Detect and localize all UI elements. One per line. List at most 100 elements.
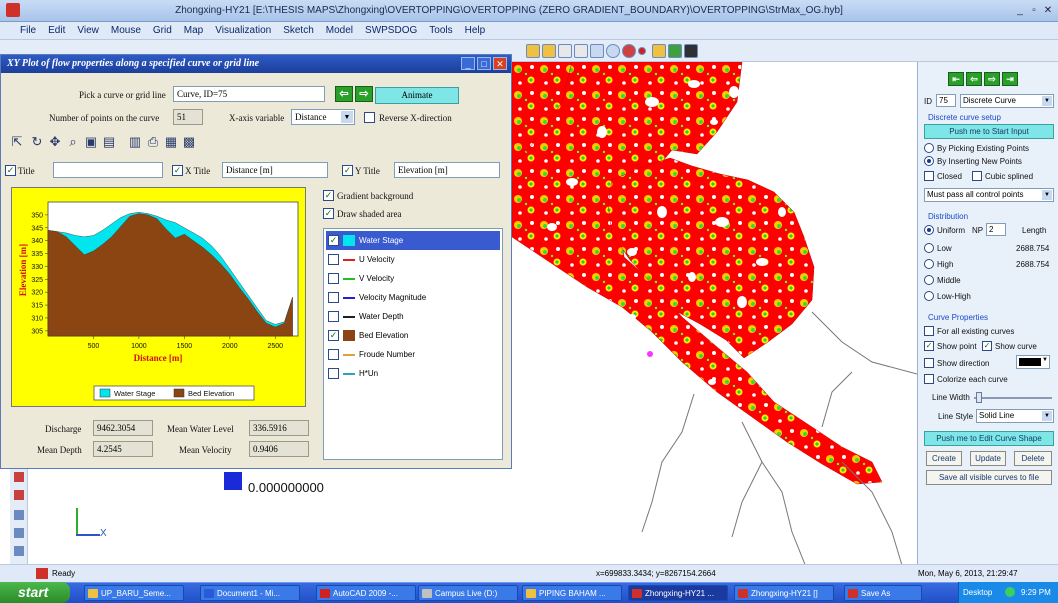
target-icon[interactable]: [606, 44, 620, 58]
edit-shape-button[interactable]: Push me to Edit Curve Shape: [924, 431, 1054, 446]
menu-grid[interactable]: Grid: [147, 22, 178, 39]
task-campus-live[interactable]: Campus Live (D:): [418, 585, 518, 601]
low-radio[interactable]: [924, 243, 934, 253]
series-item-froude-number[interactable]: Froude Number: [326, 345, 500, 364]
menu-mouse[interactable]: Mouse: [105, 22, 147, 39]
tool-icon-2[interactable]: [14, 490, 24, 500]
tool-icon-5[interactable]: [14, 546, 24, 556]
series-item-v-velocity[interactable]: V Velocity: [326, 269, 500, 288]
task-document1[interactable]: Document1 - Mi...: [200, 585, 300, 601]
show-curve-checkbox[interactable]: ✓: [982, 341, 992, 351]
series-checkbox[interactable]: ✓: [328, 330, 339, 341]
folder-icon[interactable]: [652, 44, 666, 58]
save-tool-icon[interactable]: ▩: [181, 134, 197, 150]
cubic-checkbox[interactable]: [972, 171, 982, 181]
middle-radio[interactable]: [924, 275, 934, 285]
save-all-curves-button[interactable]: Save all visible curves to file: [926, 470, 1052, 485]
task-save-as[interactable]: Save As: [844, 585, 922, 601]
line-width-slider-track[interactable]: [974, 397, 1052, 399]
lowhigh-radio[interactable]: [924, 291, 934, 301]
reverse-x-checkbox[interactable]: [364, 112, 375, 123]
create-button[interactable]: Create: [926, 451, 962, 466]
start-button[interactable]: start: [0, 582, 70, 603]
shaded-checkbox[interactable]: ✓: [323, 208, 334, 219]
grid-icon[interactable]: [590, 44, 604, 58]
gradient-checkbox[interactable]: ✓: [323, 190, 334, 201]
xy-chart[interactable]: 305 310 315 320 325 330 335 340 345 350 500 1000 150…: [11, 187, 306, 407]
uniform-radio[interactable]: [924, 225, 934, 235]
delete-button[interactable]: Delete: [1014, 451, 1052, 466]
series-checkbox[interactable]: [328, 273, 339, 284]
flood-map-view[interactable]: [512, 62, 917, 582]
next-button[interactable]: ⇨: [984, 72, 1000, 86]
series-checkbox[interactable]: [328, 254, 339, 265]
title-checkbox[interactable]: ✓: [5, 165, 16, 176]
menu-sketch[interactable]: Sketch: [277, 22, 320, 39]
ytitle-input[interactable]: Elevation [m]: [394, 162, 500, 178]
pan-icon[interactable]: [526, 44, 540, 58]
id-input[interactable]: 75: [936, 94, 956, 107]
chevron-down-icon[interactable]: ▼: [1042, 96, 1052, 106]
menu-swpsdog[interactable]: SWPSDOG: [359, 22, 423, 39]
tool-icon-3[interactable]: [14, 510, 24, 520]
colorize-checkbox[interactable]: [924, 374, 934, 384]
export-tool-icon[interactable]: ▦: [163, 134, 179, 150]
menu-visualization[interactable]: Visualization: [209, 22, 277, 39]
text-icon[interactable]: [558, 44, 572, 58]
line-width-slider-thumb[interactable]: [976, 392, 982, 403]
task-zhongxing-1[interactable]: Zhongxing-HY21 ...: [628, 585, 728, 601]
move-tool-icon[interactable]: ✥: [47, 134, 63, 150]
update-button[interactable]: Update: [970, 451, 1006, 466]
series-checkbox[interactable]: [328, 311, 339, 322]
pointer-icon[interactable]: [574, 44, 588, 58]
curve-type-select[interactable]: Discrete Curve ▼: [960, 94, 1054, 108]
title-input[interactable]: [53, 162, 163, 178]
close-button[interactable]: ✕: [1040, 4, 1056, 17]
series-checkbox[interactable]: [328, 368, 339, 379]
record-icon[interactable]: [622, 44, 636, 58]
menu-view[interactable]: View: [71, 22, 105, 39]
animate-button[interactable]: Animate: [375, 87, 459, 104]
rotate-tool-icon[interactable]: ↻: [29, 134, 45, 150]
chevron-down-icon[interactable]: ▼: [1042, 190, 1052, 200]
copy-data-tool-icon[interactable]: ▤: [101, 134, 117, 150]
pass-mode-select[interactable]: Must pass all control points ▼: [924, 188, 1054, 202]
series-checkbox[interactable]: [328, 349, 339, 360]
tool-icon-4[interactable]: [14, 528, 24, 538]
table-tool-icon[interactable]: ▥: [127, 134, 143, 150]
last-curve-button[interactable]: ⇥: [1002, 72, 1018, 86]
menu-map[interactable]: Map: [178, 22, 209, 39]
dot-icon[interactable]: [638, 47, 646, 55]
np-input[interactable]: 2: [986, 223, 1006, 236]
menu-tools[interactable]: Tools: [423, 22, 458, 39]
closed-checkbox[interactable]: [924, 171, 934, 181]
task-zhongxing-2[interactable]: Zhongxing-HY21 []: [734, 585, 834, 601]
print-tool-icon[interactable]: ⎙: [145, 134, 161, 150]
series-item-water-stage[interactable]: ✓ Water Stage: [326, 231, 500, 250]
network-icon[interactable]: [1005, 587, 1015, 597]
pointer-tool-icon[interactable]: ⇱: [9, 134, 25, 150]
start-input-button[interactable]: Push me to Start Input: [924, 124, 1054, 139]
series-list[interactable]: ✓ Water Stage U Velocity V Velocity Velocity…: [323, 228, 503, 460]
series-item-u-velocity[interactable]: U Velocity: [326, 250, 500, 269]
menu-edit[interactable]: Edit: [42, 22, 71, 39]
series-item-water-depth[interactable]: Water Depth: [326, 307, 500, 326]
next-curve-button[interactable]: ⇨: [355, 86, 373, 102]
task-up-baru[interactable]: UP_BARU_Seme...: [84, 585, 184, 601]
save-icon[interactable]: [684, 44, 698, 58]
chevron-down-icon[interactable]: ▼: [341, 111, 353, 123]
zoom-icon[interactable]: [542, 44, 556, 58]
first-curve-button[interactable]: ⇤: [948, 72, 964, 86]
series-checkbox[interactable]: ✓: [328, 235, 339, 246]
high-radio[interactable]: [924, 259, 934, 269]
prev-curve-button[interactable]: ⇦: [335, 86, 353, 102]
series-item-bed-elevation[interactable]: ✓ Bed Elevation: [326, 326, 500, 345]
show-point-checkbox[interactable]: ✓: [924, 341, 934, 351]
tool-icon-1[interactable]: [14, 472, 24, 482]
task-piping-baham[interactable]: PIPING BAHAM ...: [522, 585, 622, 601]
task-autocad[interactable]: AutoCAD 2009 -...: [316, 585, 416, 601]
dialog-close-button[interactable]: ✕: [493, 57, 507, 70]
zoom-tool-icon[interactable]: ⌕: [65, 134, 81, 150]
xvar-select[interactable]: Distance ▼: [291, 109, 355, 125]
xtitle-checkbox[interactable]: ✓: [172, 165, 183, 176]
